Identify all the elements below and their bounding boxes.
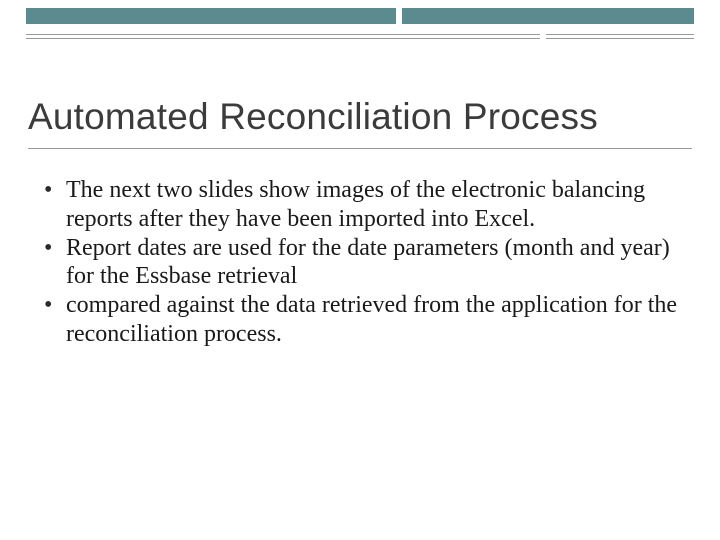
bullet-text: compared against the data retrieved from… [66,291,684,349]
decoration-gap [396,6,402,28]
bullet-icon: • [44,176,66,205]
bullet-icon: • [44,234,66,263]
slide-title: Automated Reconciliation Process [28,96,692,138]
bullet-text: The next two slides show images of the e… [66,176,684,234]
list-item: • The next two slides show images of the… [44,176,684,234]
slide-top-decoration [0,0,720,44]
bullet-icon: • [44,291,66,320]
list-item: • Report dates are used for the date par… [44,234,684,292]
teal-accent-bar [26,8,694,24]
bullet-text: Report dates are used for the date param… [66,234,684,292]
slide-body: • The next two slides show images of the… [44,176,684,349]
list-item: • compared against the data retrieved fr… [44,291,684,349]
decoration-gap-lines [540,32,546,42]
title-underline [28,148,692,149]
thin-rule-1 [26,34,694,35]
thin-rule-2 [26,38,694,39]
